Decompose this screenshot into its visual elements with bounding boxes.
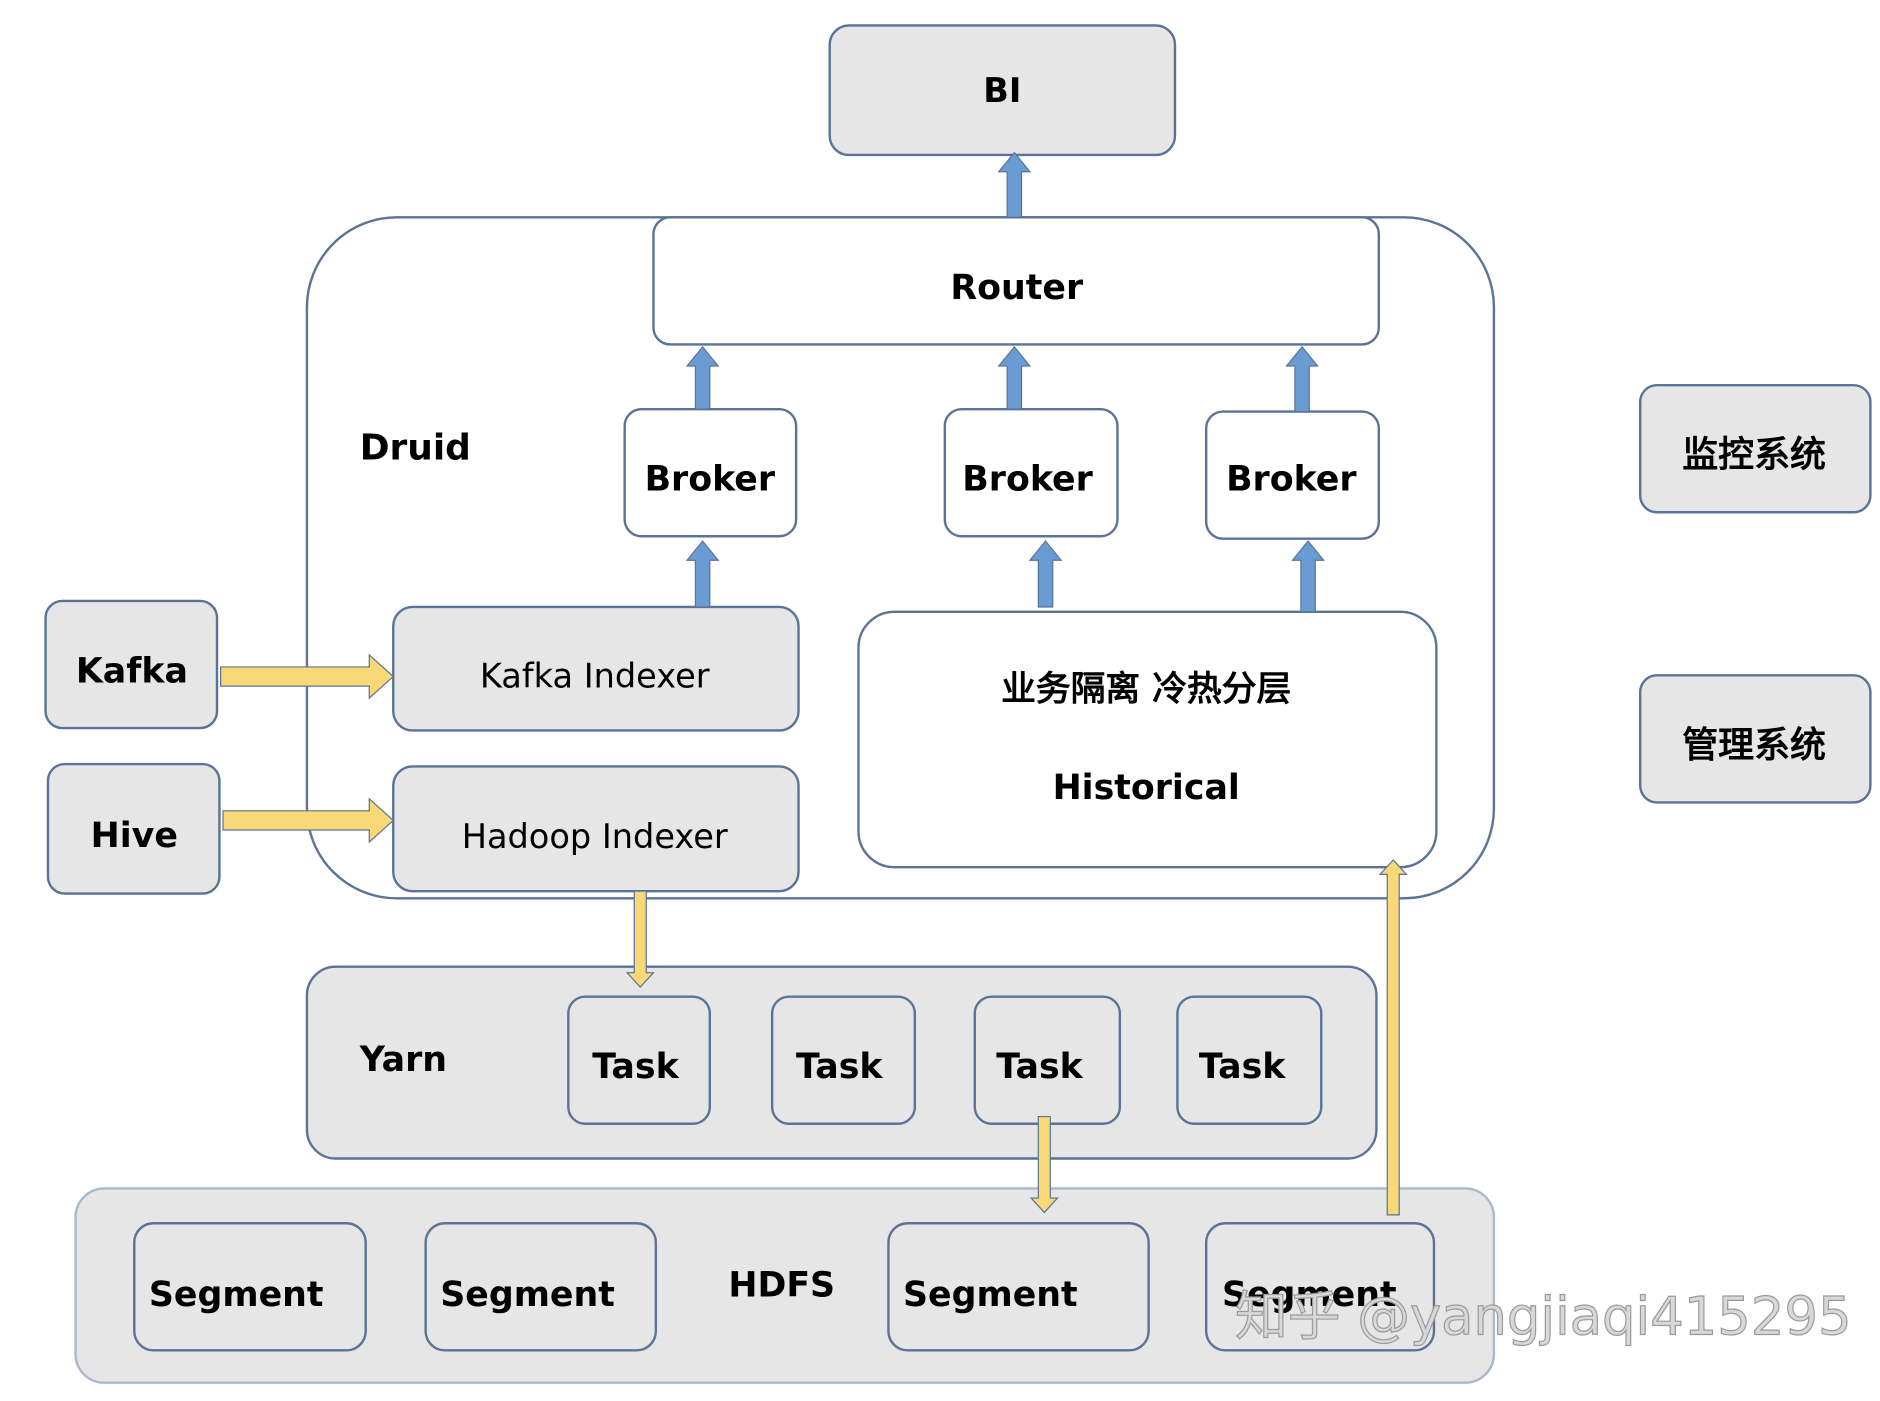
task-label: Task (1199, 1047, 1286, 1087)
hdfs-label: HDFS (728, 1265, 835, 1305)
task-node: Task (973, 995, 1122, 1125)
monitoring-system-node: 监控系统 (1639, 383, 1872, 514)
task-node: Task (770, 995, 917, 1125)
hive-label: Hive (91, 816, 178, 856)
historical-node: 业务隔离 冷热分层 Historical (857, 610, 1438, 869)
task-node: Task (1176, 995, 1323, 1125)
hadoop-indexer-label: Hadoop Indexer (462, 817, 728, 856)
kafka-indexer-label: Kafka Indexer (480, 656, 710, 695)
bi-node: BI (828, 24, 1177, 157)
yarn-label: Yarn (359, 1040, 447, 1080)
historical-title: 业务隔离 冷热分层 (1001, 669, 1291, 710)
management-system-node: 管理系统 (1639, 674, 1872, 804)
hive-node: Hive (46, 762, 221, 895)
broker-node: Broker (623, 407, 798, 538)
segment-label: Segment (149, 1275, 324, 1315)
broker-label: Broker (1226, 460, 1357, 500)
druid-label: Druid (360, 428, 471, 469)
router-node: Router (652, 216, 1381, 346)
task-node: Task (567, 995, 711, 1125)
task-label: Task (796, 1047, 883, 1087)
blue-up-arrow (997, 151, 1032, 218)
segment-node: Segment (424, 1222, 658, 1352)
historical-label: Historical (1053, 768, 1240, 808)
segment-node: Segment (133, 1222, 367, 1352)
yellow-down-arrow (625, 890, 655, 988)
broker-label: Broker (645, 460, 776, 500)
architecture-diagram: BI Druid Router Broker Broker Broker Kaf… (44, 24, 1872, 1384)
task-label: Task (592, 1047, 679, 1087)
monitoring-label: 监控系统 (1682, 435, 1826, 476)
router-label: Router (950, 268, 1084, 308)
kafka-indexer-node: Kafka Indexer (392, 605, 800, 732)
segment-label: Segment (440, 1275, 615, 1315)
hadoop-indexer-node: Hadoop Indexer (392, 765, 800, 893)
segment-node: Segment (887, 1222, 1150, 1352)
yellow-up-arrow (1378, 859, 1408, 1216)
segment-label: Segment (903, 1275, 1078, 1315)
broker-node: Broker (1204, 410, 1381, 540)
watermark: 知乎 @yangjiaqi415295 (1235, 1287, 1852, 1348)
kafka-label: Kafka (76, 652, 188, 692)
kafka-node: Kafka (44, 599, 219, 730)
broker-label: Broker (962, 460, 1093, 500)
task-label: Task (996, 1047, 1083, 1087)
management-label: 管理系统 (1682, 725, 1826, 766)
bi-label: BI (983, 71, 1021, 110)
broker-node: Broker (943, 407, 1119, 538)
